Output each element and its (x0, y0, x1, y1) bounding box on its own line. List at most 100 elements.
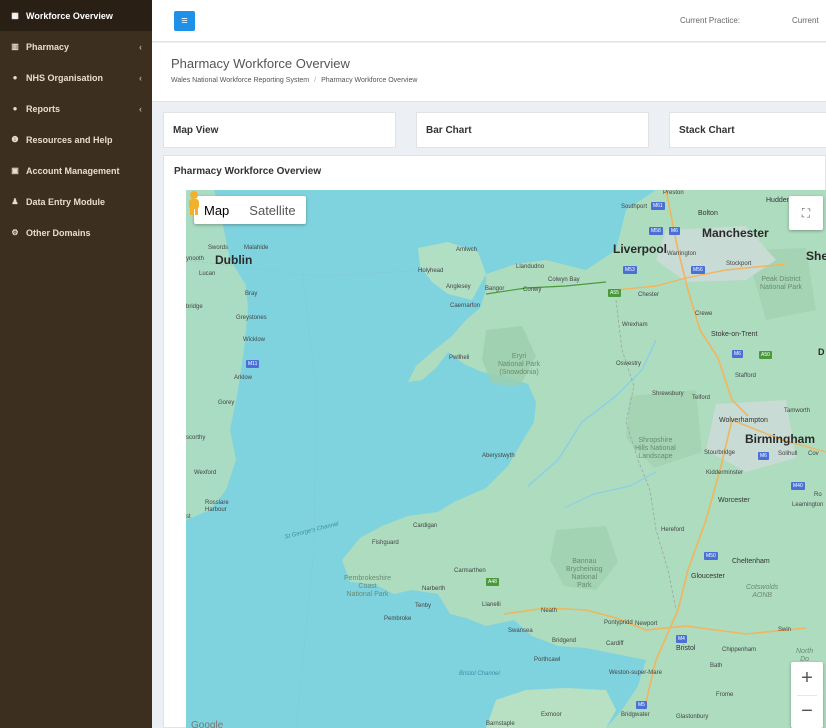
fullscreen-icon: ⛶ (801, 205, 811, 220)
chevron-left-icon: ‹ (139, 72, 142, 83)
map-label-malahide: Malahide (244, 245, 269, 251)
map-label-stockport: Stockport (726, 261, 752, 267)
map-type-satellite-button[interactable]: Satellite (239, 196, 305, 224)
map-label-tamworth: Tamworth (784, 408, 811, 414)
map-label-worcester: Worcester (718, 497, 750, 504)
map-label-gloucester: Gloucester (691, 573, 725, 580)
current-practice-value: Current (792, 16, 819, 25)
map-label-warrington: Warrington (667, 251, 697, 257)
breadcrumb: Wales National Workforce Reporting Syste… (171, 77, 417, 84)
map-label-leamington: Leamington (792, 502, 824, 508)
map-label-caernarfon: Caernarfon (450, 303, 481, 309)
map-label-rosslare: Rosslare Harbour (205, 500, 229, 513)
map-label-colwyn-bay: Colwyn Bay (548, 277, 580, 283)
map-label-pembrokeshire-coast: Pembrokeshire Coast National Park (344, 575, 392, 598)
zoom-in-button[interactable]: + (791, 662, 823, 695)
map-label-kidderminster: Kidderminster (706, 470, 744, 476)
pegman-icon[interactable] (186, 190, 202, 216)
map-label-hudder: Hudder (766, 197, 789, 204)
map-label-bridge: bridge (186, 304, 203, 310)
map-label-lucan: Lucan (199, 271, 216, 277)
sidebar-item-data-entry-module[interactable]: ♟ Data Entry Module (0, 186, 152, 217)
road-shield-m50: M50 (704, 552, 718, 560)
map-label-pwllheli: Pwllheli (449, 355, 470, 361)
sidebar-item-resources-and-help[interactable]: ❶ Resources and Help (0, 124, 152, 155)
users-icon: ● (12, 104, 18, 113)
menu-toggle-button[interactable]: ≡ (174, 11, 195, 31)
chevron-left-icon: ‹ (139, 41, 142, 52)
map-label-bristol: Bristol (676, 645, 696, 652)
map-label-porthcawl: Porthcawl (534, 657, 561, 663)
map-label-bangor: Bangor (485, 286, 505, 292)
tab-stack-chart[interactable]: Stack Chart (669, 112, 826, 148)
map-view[interactable]: Preston Southport M61 Bolton Hudder M58 … (186, 190, 826, 728)
road-shield-m6a: M6 (669, 227, 680, 235)
sidebar-item-reports[interactable]: ● Reports ‹ (0, 93, 152, 124)
road-shield-m11: M11 (246, 360, 260, 368)
map-label-oswestry: Oswestry (616, 361, 642, 367)
hamburger-icon: ≡ (181, 15, 188, 27)
map-label-stourbridge: Stourbridge (704, 450, 736, 456)
map-label-ynooth: ynooth (186, 256, 205, 262)
map-label-shropshire-hills: Shropshire Hills National Landscape (635, 437, 676, 460)
sidebar-item-workforce-overview[interactable]: ▦ Workforce Overview (0, 0, 152, 31)
sidebar-item-pharmacy[interactable]: ▥ Pharmacy ‹ (0, 31, 152, 62)
sidebar: ▦ Workforce Overview ▥ Pharmacy ‹ ● NHS … (0, 0, 152, 728)
fullscreen-button[interactable]: ⛶ (789, 196, 823, 230)
road-shield-m4: M4 (676, 635, 687, 643)
map-label-cheltenham: Cheltenham (732, 558, 770, 565)
table-icon: ▣ (11, 166, 19, 175)
map-label-cov: Cov (808, 451, 819, 457)
map-label-aberystwyth: Aberystwyth (482, 453, 515, 459)
breadcrumb-separator: / (314, 77, 317, 84)
zoom-control: + − (791, 662, 823, 728)
map-label-stoke: Stoke-on-Trent (711, 331, 758, 338)
map-label-wolverhampton: Wolverhampton (719, 417, 768, 424)
map-label-manchester: Manchester (702, 226, 769, 240)
map-label-cardiff: Cardiff (606, 641, 624, 647)
info-icon: ❶ (11, 135, 19, 144)
map-label-exmoor: Exmoor (541, 712, 562, 718)
map-label-cardigan: Cardigan (413, 523, 438, 529)
sidebar-item-label: Account Management (26, 165, 120, 176)
map-label-newport: Newport (635, 621, 658, 627)
map-label-bristol-channel: Bristol Channel (459, 671, 500, 677)
map-label-bolton: Bolton (698, 210, 718, 217)
map-label-tenby: Tenby (415, 603, 432, 609)
map-label-carmarthen: Carmarthen (454, 568, 486, 574)
map-type-control: Map Satellite (194, 196, 306, 224)
road-shield-m61: M61 (651, 202, 665, 210)
chart-icon: ▥ (11, 42, 19, 51)
map-label-wrexham: Wrexham (622, 322, 648, 328)
map-label-d: D (818, 347, 825, 357)
page-title: Pharmacy Workforce Overview (171, 56, 350, 71)
map-label-cotswolds: Cotswolds AONB (746, 584, 779, 599)
sidebar-item-nhs-organisation[interactable]: ● NHS Organisation ‹ (0, 62, 152, 93)
zoom-out-button[interactable]: − (791, 695, 823, 728)
map-label-shrewsbury: Shrewsbury (652, 391, 684, 397)
breadcrumb-root-link[interactable]: Wales National Workforce Reporting Syste… (171, 77, 309, 84)
tab-bar-chart[interactable]: Bar Chart (416, 112, 649, 148)
map-label-birmingham: Birmingham (745, 432, 816, 446)
map-label-wicklow: Wicklow (243, 337, 265, 343)
map-label-hereford: Hereford (661, 527, 685, 533)
road-shield-m53: M53 (623, 266, 637, 274)
map-label-narberth: Narberth (422, 586, 446, 592)
sidebar-item-label: Other Domains (26, 227, 91, 238)
tab-map-view[interactable]: Map View (163, 112, 396, 148)
map-label-telford: Telford (692, 395, 711, 401)
sidebar-item-label: Data Entry Module (26, 196, 106, 207)
map-label-scorthy: scorthy (186, 435, 206, 441)
map-label-greystones: Greystones (236, 315, 267, 321)
top-header: ≡ Current Practice: Current (152, 0, 826, 42)
sidebar-item-label: Reports (26, 103, 61, 114)
breadcrumb-current: Pharmacy Workforce Overview (321, 77, 418, 84)
sidebar-item-account-management[interactable]: ▣ Account Management (0, 155, 152, 186)
road-shield-a55: A55 (608, 289, 621, 297)
map-label-gorey: Gorey (218, 400, 235, 406)
map-label-bannau: Bannau Brycheiniog National Park (566, 558, 603, 589)
map-label-solihull: Solihull (778, 451, 798, 457)
road-shield-a48: A48 (486, 578, 499, 586)
sidebar-item-other-domains[interactable]: ⚙ Other Domains (0, 217, 152, 248)
map-label-glastonbury: Glastonbury (676, 714, 709, 720)
